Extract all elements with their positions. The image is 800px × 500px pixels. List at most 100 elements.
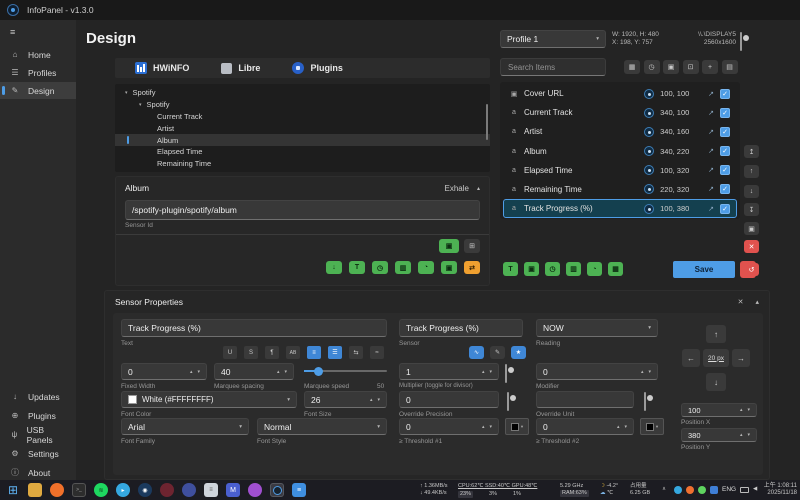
duplicate-button[interactable]: ▣ xyxy=(744,222,759,235)
chevron-down-icon[interactable]: ▾ xyxy=(139,102,142,108)
marquee-speed-slider[interactable] xyxy=(304,366,387,376)
clock-tool-button[interactable]: ◷ xyxy=(644,60,660,74)
link-icon[interactable]: ↗ xyxy=(708,147,714,155)
tray-telegram-icon[interactable] xyxy=(674,486,682,494)
spin-up-icon[interactable]: ▴ xyxy=(370,397,373,403)
link-icon[interactable]: ↗ xyxy=(708,166,714,174)
volume-icon[interactable]: ◀ xyxy=(753,486,757,493)
collapse-icon[interactable]: ▴ xyxy=(755,298,759,306)
tray-blue-icon[interactable] xyxy=(710,486,718,494)
sidebar-item-design[interactable]: ✎ Design xyxy=(0,82,76,99)
network-speed-widget[interactable]: ↑ 1.36MB/s ↓ 49.4KB/s xyxy=(420,483,448,497)
spin-up-icon[interactable]: ▴ xyxy=(190,369,193,375)
add-gauge-button[interactable]: ◔ xyxy=(418,261,434,274)
wrap-button[interactable]: ≈ xyxy=(370,346,384,359)
add-tool-button[interactable]: + xyxy=(702,60,718,74)
marquee-spacing-spinner[interactable]: 40 ▴▾ xyxy=(214,363,294,380)
new-text-button[interactable]: T xyxy=(503,262,518,276)
visible-checkbox[interactable]: ✓ xyxy=(720,204,730,214)
visible-checkbox[interactable]: ✓ xyxy=(720,127,730,137)
list-item-cover-url[interactable]: ▣ Cover URL 100, 100 ↗ ✓ xyxy=(504,85,736,102)
tab-plugins[interactable]: Plugins xyxy=(278,58,357,78)
link-icon[interactable]: ↗ xyxy=(708,185,714,193)
app-icon-red[interactable] xyxy=(160,483,174,497)
sensor-star-mode-button[interactable]: ★ xyxy=(511,346,526,359)
tab-libre[interactable]: Libre xyxy=(207,58,274,78)
tree-node-spotify-root[interactable]: ▾ Spotify xyxy=(115,87,490,99)
file-explorer-icon[interactable] xyxy=(28,483,42,497)
sidebar-item-about[interactable]: ⓘ About xyxy=(0,464,76,481)
tab-hwinfo[interactable]: HWiNFO xyxy=(121,58,203,78)
strikethrough-button[interactable]: S xyxy=(244,346,258,359)
move-to-top-button[interactable]: ↥ xyxy=(744,145,759,158)
infopanel-taskbar-icon-active[interactable] xyxy=(270,483,284,497)
text-field[interactable]: Track Progress (%) xyxy=(121,319,387,337)
link-icon[interactable]: ↗ xyxy=(708,205,714,213)
nudge-step-button[interactable]: 20 px xyxy=(703,349,729,367)
list-tool-button[interactable]: ▤ xyxy=(722,60,738,74)
override-precision-field[interactable]: 0 xyxy=(399,391,499,408)
spin-up-icon[interactable]: ▴ xyxy=(482,369,485,375)
spin-down-icon[interactable]: ▾ xyxy=(489,369,492,375)
visible-checkbox[interactable]: ✓ xyxy=(720,89,730,99)
temps-widget[interactable]: CPU:62℃ SSD:40℃ GPU:48℃ 23% 3% 1% xyxy=(458,483,537,498)
add-clock-button[interactable]: ◷ xyxy=(372,261,388,274)
spin-up-icon[interactable]: ▴ xyxy=(617,424,620,430)
mail-app-icon[interactable]: M xyxy=(226,483,240,497)
nudge-up-button[interactable]: ↑ xyxy=(706,325,726,343)
position-icon[interactable] xyxy=(644,127,654,137)
firefox-icon[interactable] xyxy=(50,483,64,497)
sidebar-item-usb-panels[interactable]: ψ USB Panels xyxy=(0,426,76,443)
move-down-button[interactable]: ↓ xyxy=(744,185,759,198)
new-graph-button[interactable]: ▥ xyxy=(566,262,581,276)
freq-ram-widget[interactable]: 5.29 GHz RAM:63% xyxy=(560,483,589,497)
spin-up-icon[interactable]: ▴ xyxy=(740,407,743,413)
move-up-button[interactable]: ↑ xyxy=(744,165,759,178)
visible-checkbox[interactable]: ✓ xyxy=(720,108,730,118)
undo-button[interactable]: ↺ xyxy=(744,263,759,276)
visible-checkbox[interactable]: ✓ xyxy=(720,184,730,194)
threshold1-color-picker[interactable]: ▾ xyxy=(505,418,529,435)
tree-scrollbar[interactable] xyxy=(486,104,489,140)
terminal-icon[interactable]: >_ xyxy=(72,483,86,497)
save-button[interactable]: Save xyxy=(673,261,735,278)
visible-checkbox[interactable]: ✓ xyxy=(720,165,730,175)
nudge-left-button[interactable]: ← xyxy=(682,349,700,367)
app-icon-purple[interactable] xyxy=(248,483,262,497)
tree-leaf-album-selected[interactable]: Album xyxy=(115,134,490,146)
new-clock-button[interactable]: ◷ xyxy=(545,262,560,276)
apply-button[interactable]: ▣ xyxy=(439,239,459,253)
chevron-down-icon[interactable]: ▾ xyxy=(125,90,128,96)
threshold2-spinner[interactable]: 0 ▴▾ xyxy=(536,418,634,435)
spin-up-icon[interactable]: ▴ xyxy=(277,369,280,375)
position-icon[interactable] xyxy=(644,184,654,194)
link-icon[interactable]: ↗ xyxy=(708,128,714,136)
multiplier-toggle[interactable] xyxy=(505,364,507,383)
uppercase-button[interactable]: AB xyxy=(286,346,300,359)
align-center-button[interactable]: ☰ xyxy=(328,346,342,359)
spin-down-icon[interactable]: ▾ xyxy=(624,424,627,430)
notepad-app-icon[interactable]: ≡ xyxy=(292,483,306,497)
position-icon[interactable] xyxy=(644,165,654,175)
fixed-width-spinner[interactable]: 0 ▴▾ xyxy=(121,363,207,380)
position-icon[interactable] xyxy=(644,108,654,118)
notes-app-icon[interactable]: ≡ xyxy=(204,483,218,497)
spin-down-icon[interactable]: ▾ xyxy=(197,369,200,375)
telegram-icon[interactable]: ▸ xyxy=(116,483,130,497)
threshold1-spinner[interactable]: 0 ▴▾ xyxy=(399,418,499,435)
list-item-album[interactable]: a Album 340, 220 ↗ ✓ xyxy=(504,143,736,160)
font-style-dropdown[interactable]: Normal ▾ xyxy=(257,418,387,435)
sidebar-item-settings[interactable]: ⚙ Settings xyxy=(0,445,76,462)
add-text-button[interactable]: T xyxy=(349,261,365,274)
spin-up-icon[interactable]: ▴ xyxy=(641,369,644,375)
clock-widget[interactable]: 上午 1:08:11 2025/11/18 xyxy=(764,483,797,497)
paragraph-button[interactable]: ¶ xyxy=(265,346,279,359)
add-image-button[interactable]: ▣ xyxy=(441,261,457,274)
collapse-chevron-icon[interactable]: ▴ xyxy=(477,185,480,192)
position-y-spinner[interactable]: 380 ▴▾ xyxy=(681,428,757,442)
reading-dropdown[interactable]: NOW ▾ xyxy=(536,319,658,337)
nudge-down-button[interactable]: ↓ xyxy=(706,373,726,391)
link-icon[interactable]: ↗ xyxy=(708,90,714,98)
tray-green-icon[interactable] xyxy=(698,486,706,494)
sensor-field[interactable]: Track Progress (%) xyxy=(399,319,523,337)
